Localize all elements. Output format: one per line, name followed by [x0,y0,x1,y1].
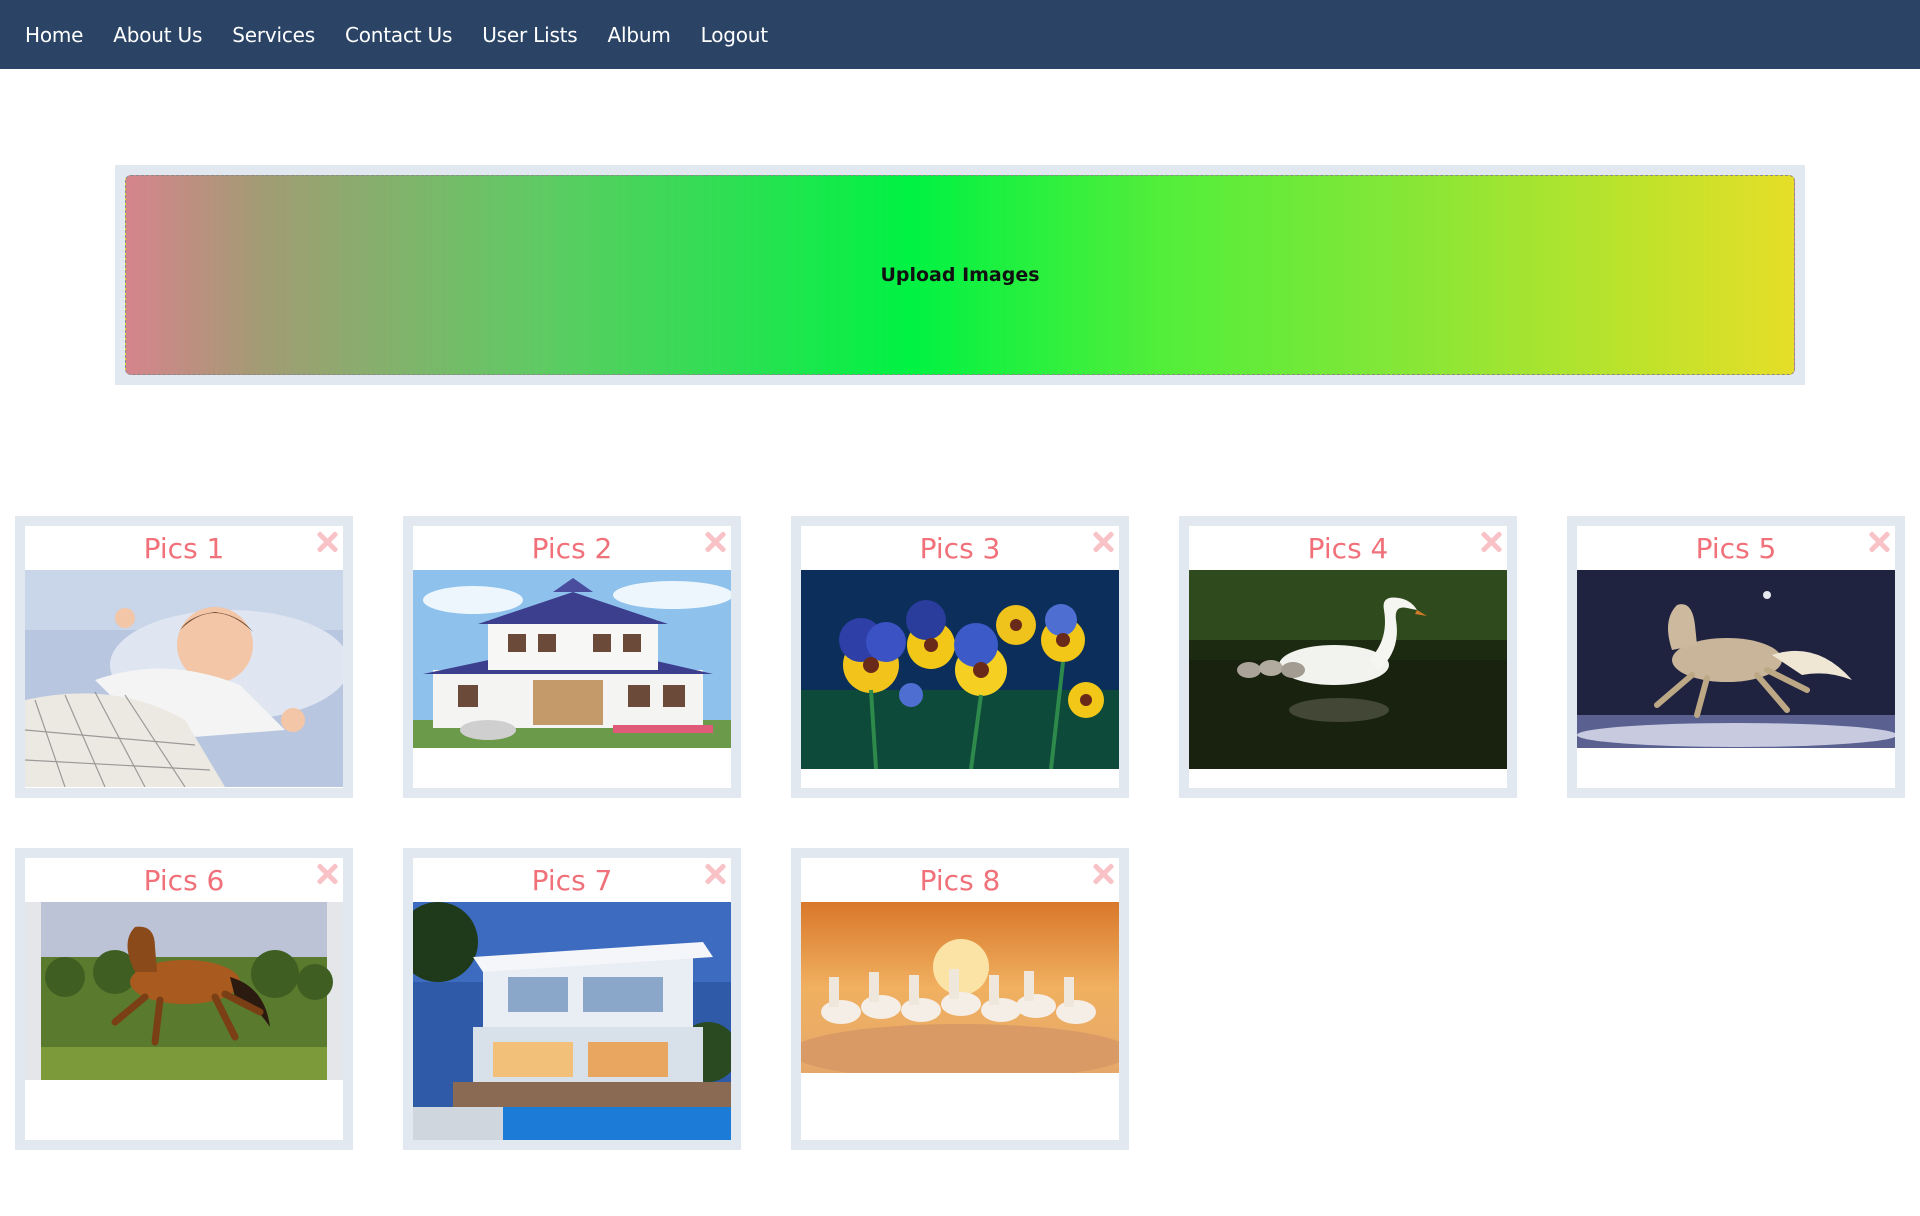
nav-logout[interactable]: Logout [701,23,768,47]
brown-horse-image [25,902,343,1080]
card-body: Pics 8 [801,858,1119,1140]
close-icon[interactable] [315,530,339,554]
swan-image [1189,570,1507,769]
card-body: Pics 3 [801,526,1119,788]
nav-home[interactable]: Home [25,23,83,47]
card-title: Pics 2 [531,532,613,565]
image-card: Pics 6 [15,848,353,1150]
card-body: Pics 4 [1189,526,1507,788]
card-title: Pics 5 [1695,532,1777,565]
nav-about-us[interactable]: About Us [113,23,202,47]
close-icon[interactable] [1091,530,1115,554]
white-horse-image [1577,570,1895,748]
nav-album[interactable]: Album [608,23,671,47]
close-icon[interactable] [703,862,727,886]
card-body: Pics 5 [1577,526,1895,788]
card-title: Pics 6 [143,864,225,897]
image-card: Pics 4 [1179,516,1517,798]
card-title: Pics 8 [919,864,1001,897]
close-icon[interactable] [703,530,727,554]
image-card: Pics 1 [15,516,353,798]
nav-contact-us[interactable]: Contact Us [345,23,452,47]
card-title: Pics 3 [919,532,1001,565]
card-body: Pics 2 [413,526,731,788]
close-icon[interactable] [315,862,339,886]
nav-user-lists[interactable]: User Lists [482,23,578,47]
pansy-flowers-image [801,570,1119,769]
upload-panel: Upload Images [115,165,1805,385]
seven-white-horses-image [801,902,1119,1073]
nav-services[interactable]: Services [232,23,315,47]
image-card: Pics 8 [791,848,1129,1150]
upload-dropzone[interactable]: Upload Images [125,175,1795,375]
close-icon[interactable] [1867,530,1891,554]
upload-label: Upload Images [880,264,1040,286]
image-card: Pics 7 [403,848,741,1150]
image-card: Pics 3 [791,516,1129,798]
card-body: Pics 7 [413,858,731,1140]
image-card: Pics 5 [1567,516,1905,798]
baby-sleeping-image [25,570,343,787]
card-title: Pics 7 [531,864,613,897]
card-body: Pics 6 [25,858,343,1140]
card-title: Pics 4 [1307,532,1389,565]
modern-villa-image [413,902,731,1140]
image-card: Pics 2 [403,516,741,798]
top-navbar: Home About Us Services Contact Us User L… [0,0,1920,69]
house-image [413,570,731,748]
close-icon[interactable] [1479,530,1503,554]
card-body: Pics 1 [25,526,343,788]
close-icon[interactable] [1091,862,1115,886]
card-title: Pics 1 [143,532,225,565]
